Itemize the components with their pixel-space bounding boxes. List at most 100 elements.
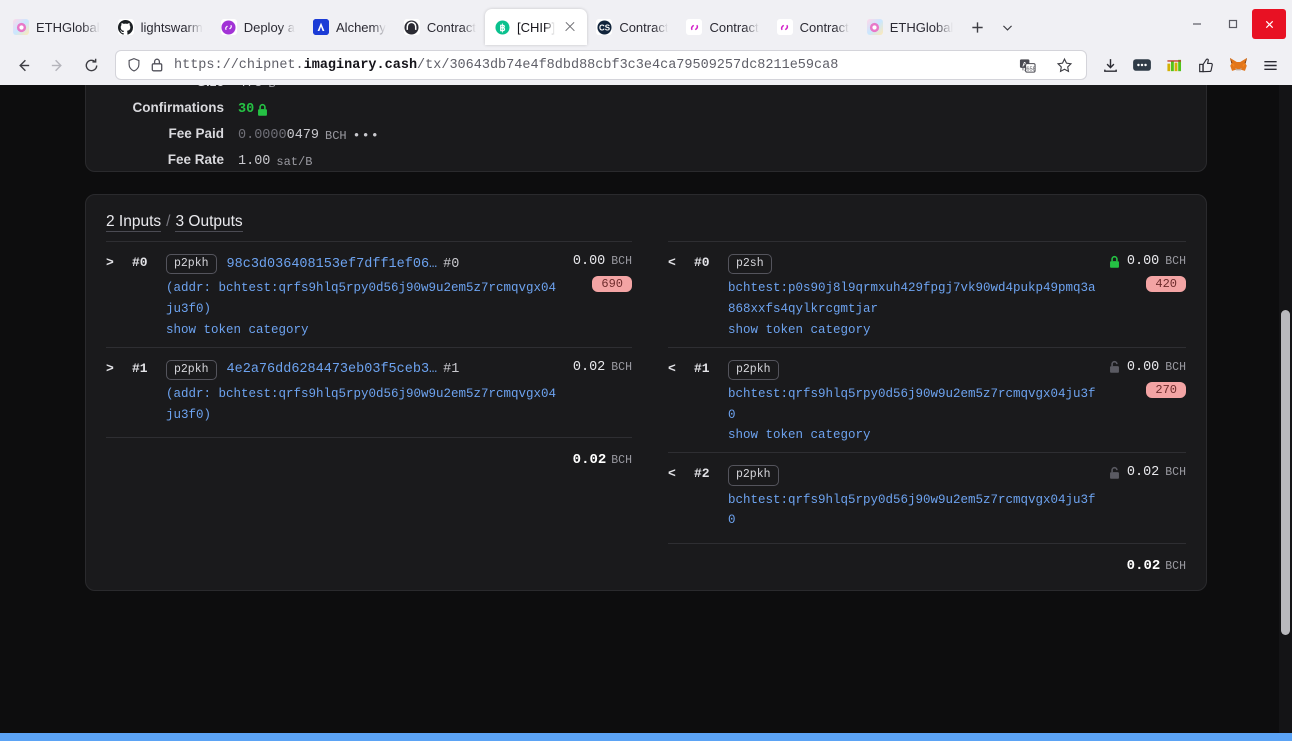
output-address[interactable]: bchtest:p0s90j8l9qrmxuh429fpgj7vk90wd4pu… [728, 278, 1096, 319]
page-scrollbar[interactable] [1279, 85, 1292, 741]
back-button[interactable] [7, 50, 39, 80]
collapse-arrow-icon[interactable]: < [668, 465, 694, 531]
cs-icon: CS [596, 19, 613, 35]
minimize-button[interactable] [1180, 9, 1214, 39]
open-lock-icon [1108, 360, 1121, 374]
input-address[interactable]: (addr: bchtest:qrfs9hlq5rpy0d56j90w9u2em… [166, 278, 561, 319]
extension-pill-icon[interactable] [1127, 50, 1157, 80]
input-row[interactable]: > #1 p2pkh 4e2a76dd6284473eb03f5ceb3… #1 … [106, 346, 632, 436]
tab-label: [CHIP] [517, 19, 556, 35]
tab-label: Alchemy [336, 19, 386, 35]
output-index: #0 [694, 255, 710, 270]
tab-lightswarm[interactable]: lightswarm [109, 9, 212, 45]
fee-rate-unit: sat/B [276, 154, 313, 169]
forward-button[interactable] [41, 50, 73, 80]
tab-ethglobal-1[interactable]: ETHGlobal [4, 9, 109, 45]
bookmark-star-icon[interactable] [1049, 50, 1079, 80]
bar-chart-extension-icon[interactable] [1159, 50, 1189, 80]
expand-arrow-icon[interactable]: > [106, 360, 132, 426]
input-amount-group: 0.00 BCH 690 [561, 254, 632, 337]
summary-row-size: Size 478 B [86, 85, 1206, 100]
input-body: p2pkh 98c3d036408153ef7dff1ef06… #0 (addr… [166, 254, 561, 337]
tab-contract-2[interactable]: CS Contract [587, 9, 677, 45]
tab-deploy[interactable]: Deploy a [212, 9, 304, 45]
tab-label: ETHGlobal [889, 19, 954, 35]
navigation-toolbar: https://chipnet.imaginary.cash/tx/30643d… [0, 45, 1292, 85]
output-amount: 0.02 BCH [1108, 465, 1186, 480]
output-address[interactable]: bchtest:qrfs9hlq5rpy0d56j90w9u2em5z7rcmq… [728, 384, 1096, 425]
collapse-arrow-icon[interactable]: < [668, 360, 694, 443]
row-key: Fee Rate [167, 152, 224, 167]
row-value: 30 [238, 102, 269, 117]
total-unit: BCH [1165, 559, 1186, 573]
tab-alchemy[interactable]: Alchemy [304, 9, 395, 45]
size-value: 478 [238, 85, 262, 91]
close-window-button[interactable] [1252, 9, 1286, 39]
tab-contract-1[interactable]: Contract [395, 9, 485, 45]
input-row[interactable]: > #0 p2pkh 98c3d036408153ef7dff1ef06… #0 … [106, 241, 632, 347]
amount-unit: BCH [1165, 466, 1186, 480]
amount-unit: BCH [611, 255, 632, 268]
shield-icon[interactable] [126, 57, 143, 74]
input-txid-link[interactable]: 4e2a76dd6284473eb03f5ceb3… #1 [227, 362, 460, 377]
fee-unit: BCH [325, 128, 347, 143]
inputs-outputs-card: 2 Inputs/3 Outputs > #0 p2pkh 98c3d03640… [85, 194, 1207, 591]
output-row[interactable]: < #2 p2pkh bchtest:qrfs9hlq5rpy0d56j90w9… [668, 452, 1186, 541]
metamask-fox-icon[interactable] [1223, 50, 1253, 80]
input-amount-group: 0.02 BCH [561, 360, 632, 426]
token-amount-badge: 420 [1146, 276, 1186, 292]
total-value: 0.02 [572, 452, 607, 469]
list-all-tabs-button[interactable] [992, 12, 1022, 42]
fee-more-button[interactable]: ••• [353, 128, 380, 143]
token-amount-badge: 270 [1146, 381, 1186, 398]
url-bar[interactable]: https://chipnet.imaginary.cash/tx/30643d… [115, 50, 1087, 80]
page-content: Timestamp 06:24 utc (6h 6m ago) Version … [0, 85, 1292, 741]
ethglobal-icon [866, 19, 883, 35]
output-amount-group: 0.00 BCH 420 [1096, 254, 1186, 337]
show-token-category-link[interactable]: show token category [728, 323, 1096, 337]
output-address[interactable]: bchtest:qrfs9hlq5rpy0d56j90w9u2em5z7rcmq… [728, 490, 1096, 531]
tab-contract-4[interactable]: Contract [768, 9, 858, 45]
app-menu-icon[interactable] [1255, 50, 1285, 80]
scrollbar-thumb[interactable] [1281, 310, 1290, 635]
output-row[interactable]: < #1 p2pkh bchtest:qrfs9hlq5rpy0d56j90w9… [668, 346, 1186, 453]
svg-text:\u6587: \u6587 [1021, 66, 1035, 72]
output-amount: 0.00 BCH [1108, 360, 1186, 375]
input-amount: 0.02 BCH [573, 360, 632, 375]
transaction-summary-card: Timestamp 06:24 utc (6h 6m ago) Version … [85, 85, 1207, 172]
output-row[interactable]: < #0 p2sh bchtest:p0s90j8l9qrmxuh429fpgj… [668, 241, 1186, 347]
downloads-icon[interactable] [1095, 50, 1125, 80]
show-token-category-link[interactable]: show token category [728, 428, 1096, 442]
tab-strip: ETHGlobal lightswarm Deploy a Alchemy Co [0, 0, 1292, 45]
show-token-category-link[interactable]: show token category [166, 323, 561, 337]
script-type-badge: p2pkh [728, 465, 779, 486]
tab-chip-active[interactable]: ฿ [CHIP] [485, 9, 588, 45]
maximize-button[interactable] [1216, 9, 1250, 39]
inputs-count-label[interactable]: 2 Inputs [106, 213, 162, 232]
thumb-extension-icon[interactable] [1191, 50, 1221, 80]
output-head: p2pkh [728, 465, 1096, 486]
reload-button[interactable] [75, 50, 107, 80]
input-txid-link[interactable]: 98c3d036408153ef7dff1ef06… #0 [227, 257, 460, 272]
input-address[interactable]: (addr: bchtest:qrfs9hlq5rpy0d56j90w9u2em… [166, 384, 561, 425]
chain-icon [686, 19, 703, 35]
lock-icon[interactable] [150, 57, 167, 74]
close-icon[interactable] [562, 19, 578, 35]
collapse-arrow-icon[interactable]: < [668, 254, 694, 337]
new-tab-button[interactable] [962, 12, 992, 42]
txid-vout: #0 [443, 256, 460, 272]
tab-contract-3[interactable]: Contract [677, 9, 767, 45]
bottom-status-bar [0, 733, 1292, 741]
tab-label: Deploy a [243, 19, 296, 35]
tab-label: Contract [799, 19, 849, 35]
expand-arrow-icon[interactable]: > [106, 254, 132, 337]
url-text[interactable]: https://chipnet.imaginary.cash/tx/30643d… [174, 58, 1005, 73]
translate-icon[interactable]: A\u6587 [1012, 50, 1042, 80]
amount-value: 0.00 [572, 254, 606, 269]
svg-text:CS: CS [599, 23, 610, 32]
total-unit: BCH [611, 454, 632, 468]
outputs-count-label[interactable]: 3 Outputs [175, 213, 243, 232]
tab-ethglobal-2[interactable]: ETHGlobal [858, 9, 963, 45]
contract-icon [403, 19, 420, 35]
chain-icon [776, 19, 793, 35]
